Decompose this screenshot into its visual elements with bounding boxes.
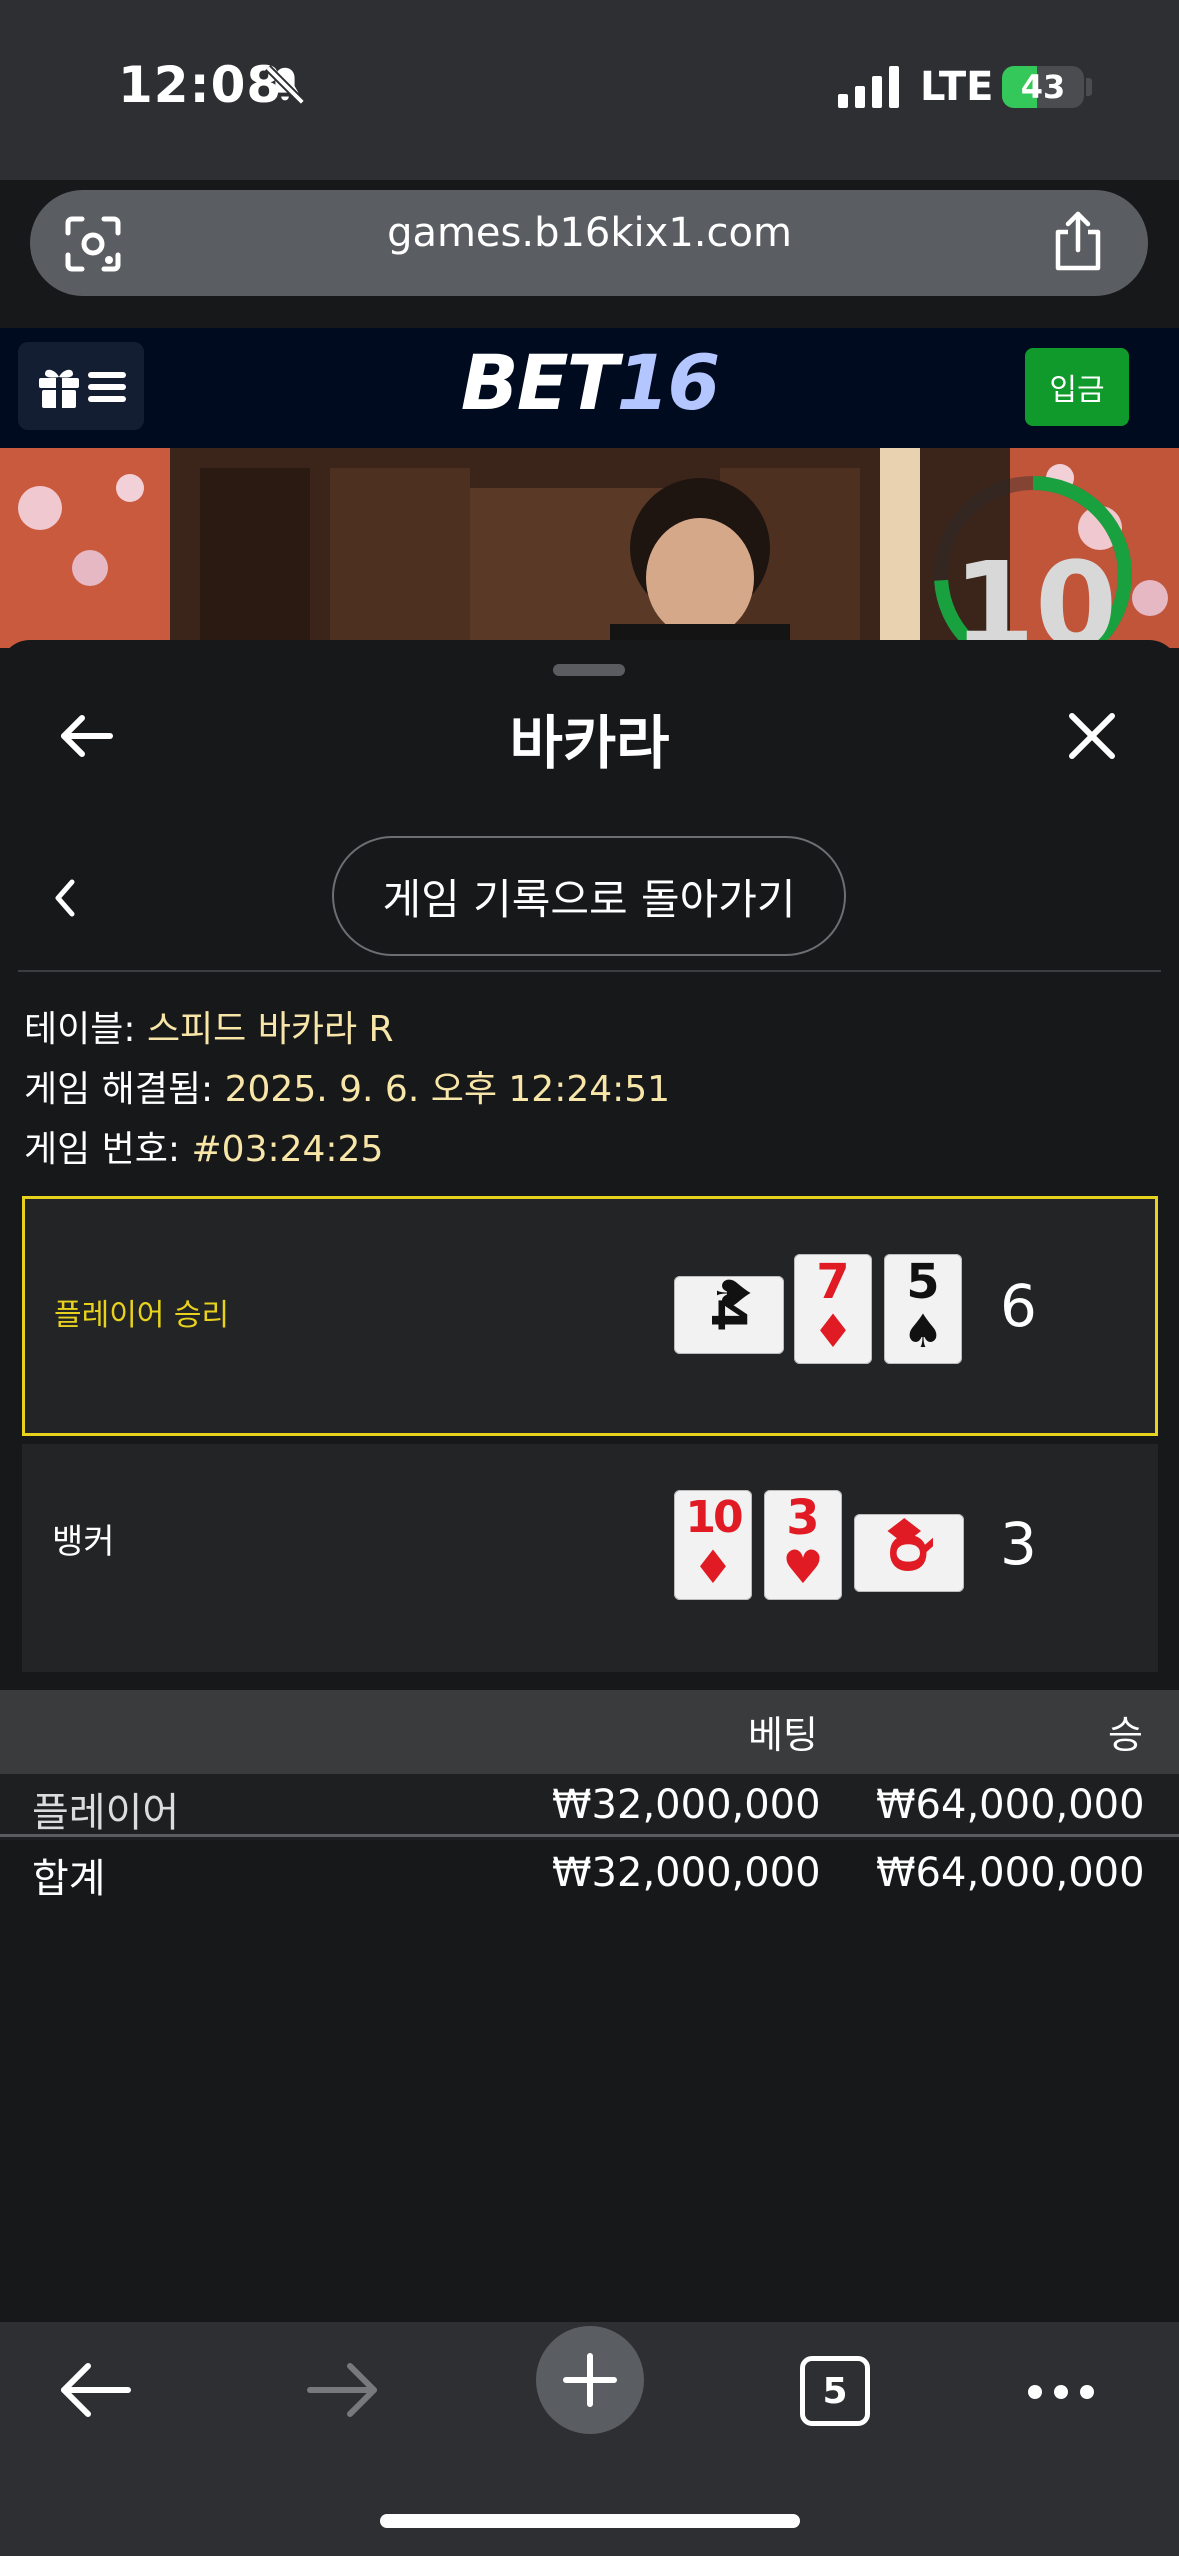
spade-icon: ♠ (706, 1272, 760, 1314)
bet-row-label: 플레이어 (32, 1790, 180, 1836)
plus-icon (563, 2353, 617, 2407)
banker-card-3: Q ♦ (854, 1510, 964, 1592)
battery-icon: 43 (1002, 66, 1084, 108)
total-row-label: 합계 (32, 1856, 106, 1902)
total-win-amount: ₩64,000,000 (876, 1850, 1145, 1896)
info-game-number-value: #03:24:25 (191, 1129, 384, 1170)
network-type: LTE (920, 64, 994, 110)
divider (0, 1834, 1179, 1837)
banker-score: 3 (1000, 1510, 1037, 1578)
player-result-label: 플레이어 승리 (54, 1298, 230, 1333)
info-settled-value: 2025. 9. 6. 오후 12:24:51 (224, 1069, 671, 1110)
bets-table-header (0, 1690, 1179, 1774)
bet-row-win: ₩64,000,000 (876, 1782, 1145, 1828)
win-column-header: 승 (1108, 1713, 1143, 1757)
banker-result-row (22, 1444, 1158, 1672)
banker-result-label: 뱅커 (52, 1522, 115, 1562)
sheet-grabber[interactable] (553, 664, 625, 676)
bet-column-header: 베팅 (748, 1713, 818, 1757)
url-text[interactable]: games.b16kix1.com (0, 210, 1179, 256)
player-score: 6 (1000, 1272, 1037, 1340)
battery-nub (1086, 78, 1092, 96)
home-indicator[interactable] (380, 2514, 800, 2528)
banker-card-1: 10 ♦ (674, 1490, 752, 1600)
card-rank: 3 (786, 1490, 820, 1546)
logo-text-16: 16 (616, 338, 720, 427)
spade-icon: ♠ (902, 1304, 944, 1358)
card-rank: 5 (906, 1254, 940, 1310)
diamond-icon: ♦ (878, 1510, 932, 1552)
diamond-icon: ♦ (812, 1304, 854, 1358)
info-table: 테이블: 스피드 바카라 R (24, 1000, 394, 1052)
info-table-label: 테이블: (24, 1009, 147, 1050)
deposit-button[interactable]: 입금 (1025, 348, 1129, 426)
info-settled: 게임 해결됨: 2025. 9. 6. 오후 12:24:51 (24, 1060, 670, 1112)
diamond-icon: ♦ (692, 1540, 734, 1594)
info-game-number-label: 게임 번호: (24, 1129, 192, 1170)
banker-card-2: 3 ♥ (764, 1490, 842, 1600)
card-rank: 7 (816, 1254, 850, 1310)
sheet-title: 바카라 (509, 709, 670, 777)
divider (18, 970, 1161, 972)
status-time: 12:08 (118, 56, 283, 114)
back-to-history-button[interactable]: 게임 기록으로 돌아가기 (332, 836, 846, 956)
bet-row-amount: ₩32,000,000 (552, 1782, 821, 1828)
player-card-3: 5 ♠ (884, 1254, 962, 1364)
tabs-button[interactable]: 5 (800, 2356, 870, 2426)
player-card-1: 4 ♠ (674, 1272, 784, 1354)
browser-back-icon[interactable] (58, 2360, 132, 2420)
close-icon[interactable] (1062, 706, 1122, 766)
new-tab-button[interactable] (536, 2326, 644, 2434)
logo-text-bet: BET (460, 338, 619, 427)
browser-forward-icon[interactable] (306, 2360, 380, 2420)
chevron-left-icon[interactable] (50, 876, 80, 920)
total-bet-amount: ₩32,000,000 (552, 1850, 821, 1896)
player-card-2: 7 ♦ (794, 1254, 872, 1364)
battery-percent: 43 (1020, 68, 1066, 106)
site-logo[interactable]: BET16 (0, 338, 1179, 427)
heart-icon: ♥ (782, 1540, 824, 1594)
share-icon[interactable] (1050, 210, 1106, 274)
info-table-value: 스피드 바카라 R (146, 1009, 394, 1050)
bell-muted-icon (265, 65, 305, 105)
card-rank: 10 (685, 1492, 743, 1543)
info-settled-label: 게임 해결됨: (24, 1069, 225, 1110)
more-icon[interactable] (1026, 2382, 1096, 2402)
info-game-number: 게임 번호: #03:24:25 (24, 1120, 383, 1172)
cellular-signal-icon (838, 66, 899, 108)
